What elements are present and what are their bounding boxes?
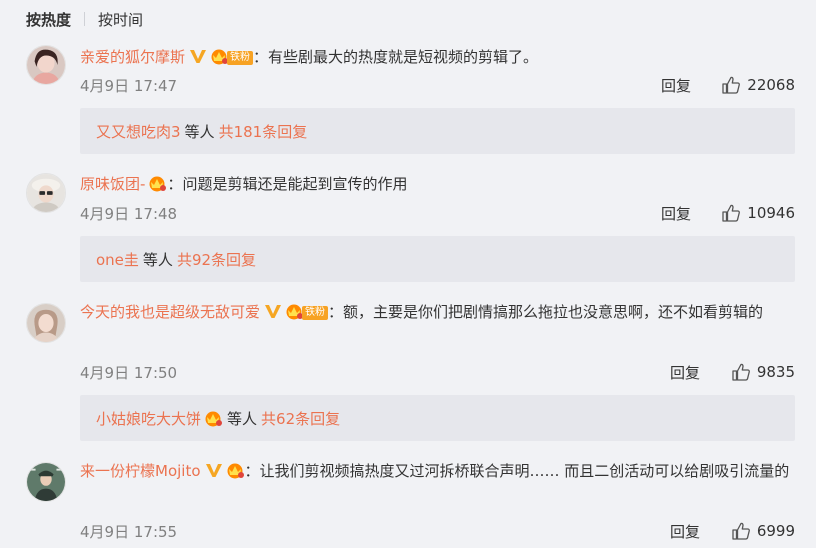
avatar[interactable]	[26, 462, 66, 502]
comment-text: 有些剧最大的热度就是短视频的剪辑了。	[268, 48, 539, 66]
comment-content: 今天的我也是超级无敌可爱 铁粉 ：额，主要是你们把剧情搞那么拖拉也没意思啊，还不如看…	[80, 297, 795, 327]
sort-by-hot-tab[interactable]: 按热度	[26, 9, 71, 30]
colon: ：	[167, 175, 183, 193]
sort-divider	[84, 12, 86, 26]
comment-meta: 4月9日 17:50 回复 9835	[80, 362, 795, 382]
comment-text: 问题是剪辑还是能起到宣传的作用	[182, 175, 408, 193]
comment-text: 让我们剪视频搞热度又过河拆桥联合声明…… 而且二创活动可以给剧吸引流量的	[259, 462, 790, 480]
comment-time: 4月9日 17:55	[80, 523, 178, 541]
username[interactable]: 亲爱的狐尔摩斯	[80, 48, 185, 66]
sub-replies-summary[interactable]: 又又想吃肉3 等人 共181条回复	[80, 108, 795, 154]
username[interactable]: 今天的我也是超级无敌可爱	[80, 303, 260, 321]
like-button[interactable]: 6999	[731, 521, 795, 541]
verified-v-icon	[205, 462, 223, 478]
like-count: 10946	[747, 204, 795, 222]
like-count: 22068	[747, 76, 795, 94]
like-button[interactable]: 22068	[721, 75, 795, 95]
reply-button[interactable]: 回复	[670, 521, 700, 542]
thumbs-up-icon	[731, 362, 751, 382]
like-count: 6999	[756, 522, 795, 540]
avatar-image	[27, 46, 65, 84]
like-button[interactable]: 9835	[731, 362, 795, 382]
like-count: 9835	[756, 363, 795, 381]
comment-meta: 4月9日 17:48 回复 10946	[80, 203, 795, 223]
avatar[interactable]	[26, 45, 66, 85]
username[interactable]: 原味饭团-	[80, 175, 145, 193]
colon: ：	[328, 303, 344, 321]
comment-content: 亲爱的狐尔摩斯 铁粉 ：有些剧最大的热度就是短视频的剪辑了。	[80, 42, 795, 72]
sub-reply-user[interactable]: one圭	[96, 249, 139, 270]
sort-by-time-tab[interactable]: 按时间	[98, 9, 143, 30]
crown-icon	[209, 47, 229, 65]
sub-reply-count[interactable]: 共181条回复	[219, 121, 308, 142]
sub-reply-etc: 等人	[184, 122, 215, 141]
fan-badge: 铁粉	[302, 306, 329, 320]
sub-reply-etc: 等人	[142, 250, 173, 269]
sub-replies-summary[interactable]: one圭 等人 共92条回复	[80, 236, 795, 282]
verified-v-icon	[264, 303, 282, 319]
comment-meta: 4月9日 17:55 回复 6999	[80, 521, 795, 541]
reply-button[interactable]: 回复	[670, 362, 700, 383]
sub-reply-user[interactable]: 又又想吃肉3	[96, 121, 181, 142]
thumbs-up-icon	[721, 203, 741, 223]
fan-badge: 铁粉	[227, 51, 254, 65]
thumbs-up-icon	[721, 75, 741, 95]
comment-content: 原味饭团- ：问题是剪辑还是能起到宣传的作用	[80, 169, 795, 199]
sort-bar: 按热度 按时间	[0, 0, 816, 38]
reply-button[interactable]: 回复	[661, 75, 691, 96]
comment-content: 来一份柠檬Mojito ：让我们剪视频搞热度又过河拆桥联合声明…… 而且二创活动可…	[80, 456, 795, 486]
crown-icon	[147, 174, 167, 192]
like-button[interactable]: 10946	[721, 203, 795, 223]
comment-meta: 4月9日 17:47 回复 22068	[80, 75, 795, 95]
avatar-image	[27, 463, 65, 501]
colon: ：	[244, 462, 260, 480]
verified-v-icon	[189, 48, 207, 64]
comment-text: 额，主要是你们把剧情搞那么拖拉也没意思啊，还不如看剪辑的	[343, 303, 764, 321]
crown-icon	[203, 409, 223, 427]
avatar-image	[27, 174, 65, 212]
avatar-image	[27, 304, 65, 342]
sub-reply-count[interactable]: 共92条回复	[177, 249, 256, 270]
sub-replies-summary[interactable]: 小姑娘吃大大饼 等人 共62条回复	[80, 395, 795, 441]
crown-icon	[225, 461, 245, 479]
comment-time: 4月9日 17:47	[80, 77, 178, 95]
crown-icon	[284, 302, 304, 320]
username[interactable]: 来一份柠檬Mojito	[80, 462, 201, 480]
avatar[interactable]	[26, 303, 66, 343]
sub-reply-user[interactable]: 小姑娘吃大大饼	[96, 408, 201, 429]
sub-reply-count[interactable]: 共62条回复	[261, 408, 340, 429]
comment-time: 4月9日 17:50	[80, 364, 178, 382]
thumbs-up-icon	[731, 521, 751, 541]
sub-reply-etc: 等人	[227, 409, 258, 428]
reply-button[interactable]: 回复	[661, 203, 691, 224]
colon: ：	[253, 48, 269, 66]
comment-time: 4月9日 17:48	[80, 205, 178, 223]
avatar[interactable]	[26, 173, 66, 213]
